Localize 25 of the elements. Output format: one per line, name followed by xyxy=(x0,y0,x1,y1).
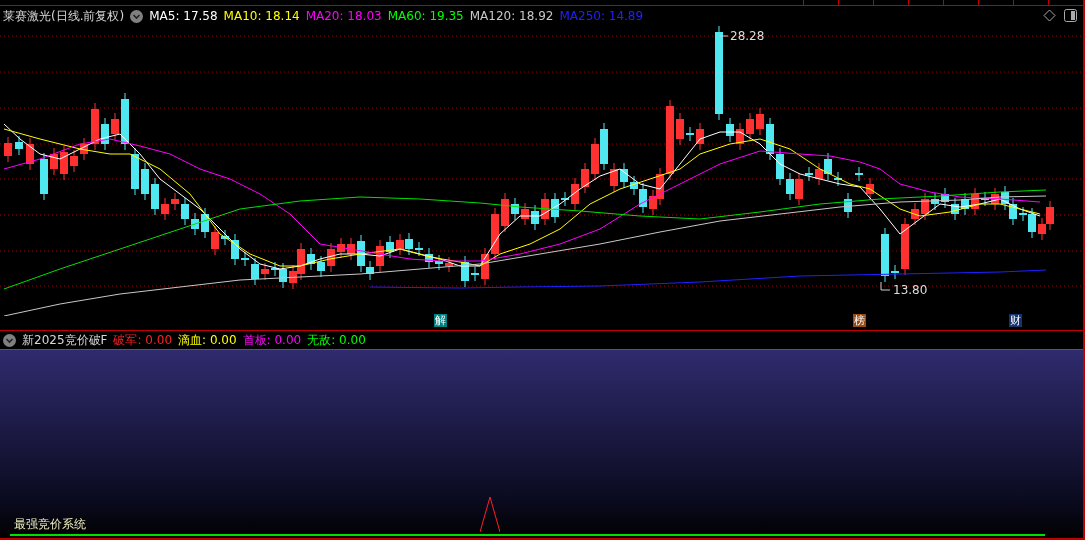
event-marker[interactable]: 解 xyxy=(434,314,447,327)
signal-peak-drawing xyxy=(480,496,500,532)
ma-value: MA20: 18.03 xyxy=(305,9,382,23)
leader-line xyxy=(880,281,891,291)
price-label: 28.28 xyxy=(730,29,765,43)
indicator-value: 破军: 0.00 xyxy=(113,331,173,349)
diamond-icon[interactable] xyxy=(1043,9,1056,22)
dropdown-icon[interactable] xyxy=(3,333,16,347)
ma-value: MA250: 14.89 xyxy=(559,9,644,23)
indicator-value: 滴血: 0.00 xyxy=(178,331,237,349)
price-label: 13.80 xyxy=(893,283,928,297)
event-marker[interactable]: 财 xyxy=(1009,314,1022,327)
dropdown-icon[interactable] xyxy=(130,9,144,23)
stock-title: 莱赛激光(日线.前复权) xyxy=(3,7,125,25)
indicator-value: 首板: 0.00 xyxy=(242,331,302,349)
ma-value: MA60: 19.35 xyxy=(387,9,464,23)
panel-toggle-icon[interactable] xyxy=(1064,9,1077,22)
ma-value: MA10: 18.14 xyxy=(223,9,300,23)
ma-value: MA120: 18.92 xyxy=(469,9,554,23)
event-marker[interactable]: 榜 xyxy=(853,314,866,327)
indicator-title: 新2025竞价破F xyxy=(22,331,108,349)
leader-line xyxy=(719,35,729,37)
indicator-value: 无敌: 0.00 xyxy=(307,331,366,349)
panel-caption: 最强竞价系统 xyxy=(13,516,87,533)
ma-value: MA5: 17.58 xyxy=(149,9,218,23)
